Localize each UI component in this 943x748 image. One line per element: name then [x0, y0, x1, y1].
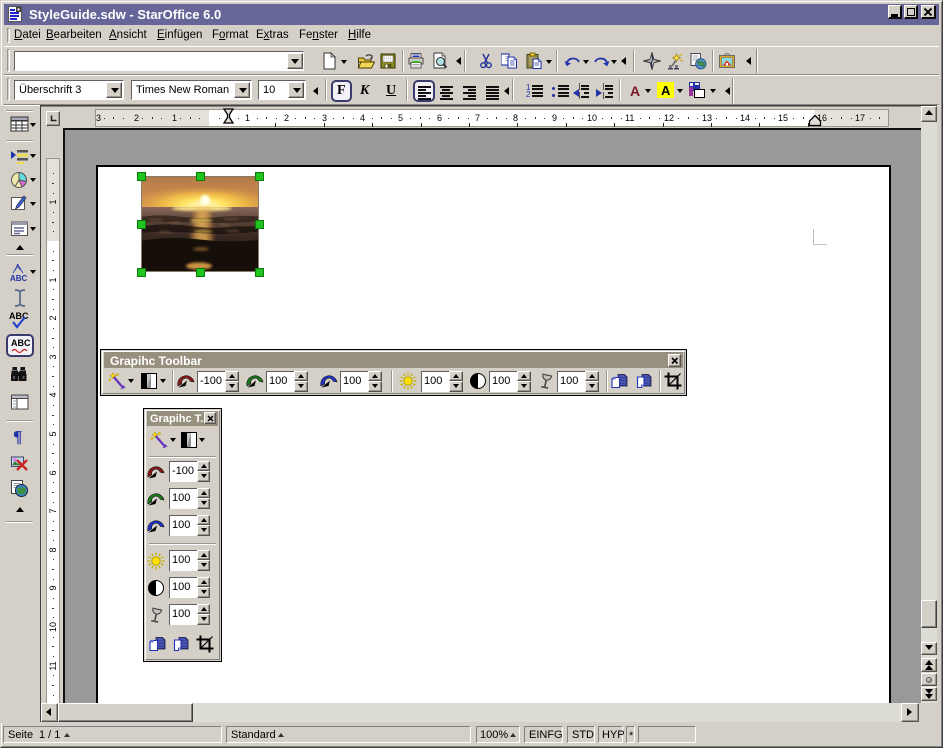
svg-text:ABC: ABC	[9, 311, 29, 321]
svg-text:¶: ¶	[13, 427, 22, 446]
svg-text:ABC: ABC	[11, 338, 30, 348]
svg-text:ABC: ABC	[10, 274, 28, 282]
